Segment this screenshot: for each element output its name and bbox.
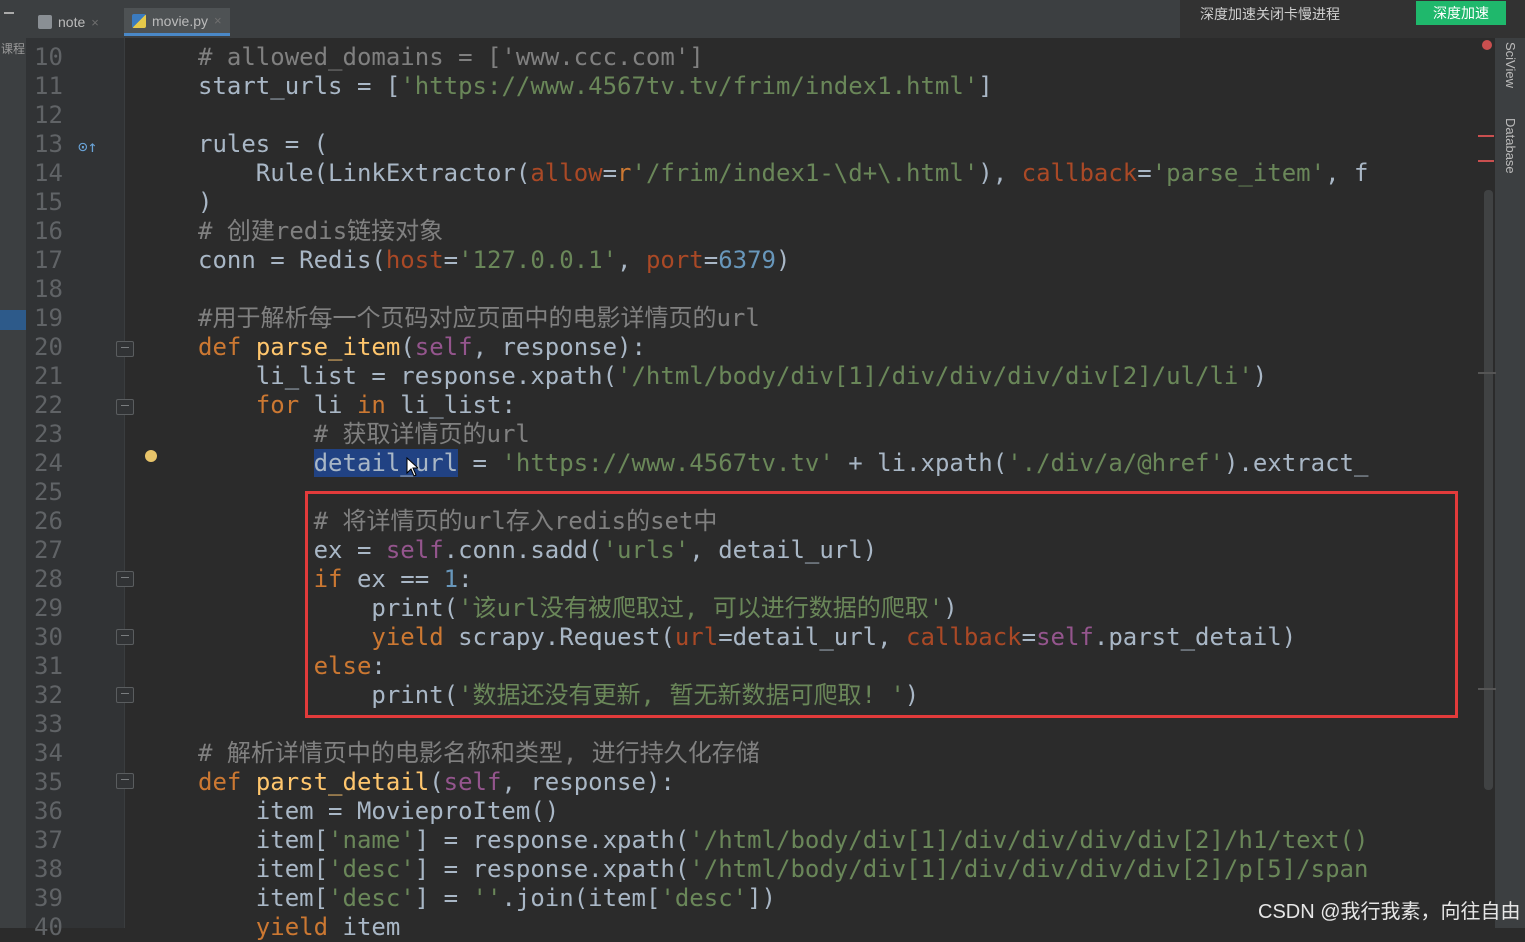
gutter-divider: [124, 38, 125, 928]
code-line[interactable]: for li in li_list:: [198, 391, 516, 420]
line-number: 30: [34, 623, 63, 651]
code-line[interactable]: # 创建redis链接对象: [198, 217, 443, 246]
tab-label: movie.py: [152, 12, 209, 29]
line-number: 33: [34, 710, 63, 738]
document-icon: [38, 15, 52, 29]
line-number: 15: [34, 188, 63, 216]
close-icon[interactable]: ×: [91, 15, 99, 30]
code-line[interactable]: Rule(LinkExtractor(allow=r'/frim/index1-…: [198, 159, 1369, 188]
code-line[interactable]: item['desc'] = response.xpath('/html/bod…: [198, 855, 1369, 884]
code-line[interactable]: #用于解析每一个页码对应页面中的电影详情页的url: [198, 304, 760, 333]
watermark: CSDN @我行我素，向往自由: [1258, 901, 1521, 923]
code-line[interactable]: item['name'] = response.xpath('/html/bod…: [198, 826, 1369, 855]
error-stripe-marker[interactable]: [1478, 160, 1494, 162]
fold-marker-icon[interactable]: [116, 571, 134, 587]
minimize-icon[interactable]: [4, 12, 14, 14]
line-number: 19: [34, 304, 63, 332]
highlight-annotation-box: [305, 491, 1458, 718]
line-number: 38: [34, 855, 63, 883]
tab-label: note: [58, 14, 86, 30]
line-number: 25: [34, 478, 63, 506]
line-number: 12: [34, 101, 63, 129]
fold-marker-icon[interactable]: [116, 773, 134, 789]
fold-marker-icon[interactable]: [116, 399, 134, 415]
code-line[interactable]: # allowed_domains = ['www.ccc.com']: [198, 43, 704, 72]
code-line[interactable]: item['desc'] = ''.join(item['desc']): [198, 884, 776, 913]
line-number: 17: [34, 246, 63, 274]
line-number: 27: [34, 536, 63, 564]
line-number: 18: [34, 275, 63, 303]
line-number: 35: [34, 768, 63, 796]
sciview-tool-button[interactable]: SciView: [1503, 42, 1518, 88]
fold-marker-icon[interactable]: [116, 687, 134, 703]
line-number: 36: [34, 797, 63, 825]
code-line[interactable]: li_list = response.xpath('/html/body/div…: [198, 362, 1267, 391]
code-line[interactable]: def parse_item(self, response):: [198, 333, 646, 362]
code-line[interactable]: # 获取详情页的url: [198, 420, 530, 449]
line-number: 34: [34, 739, 63, 767]
line-number: 16: [34, 217, 63, 245]
tab-movie-py[interactable]: movie.py ×: [124, 8, 230, 36]
line-number: 11: [34, 72, 63, 100]
error-stripe-marker[interactable]: [1478, 135, 1494, 137]
code-line[interactable]: def parst_detail(self, response):: [198, 768, 675, 797]
code-line[interactable]: detail_url = 'https://www.4567tv.tv' + l…: [198, 449, 1368, 478]
tab-note[interactable]: note ×: [30, 8, 107, 36]
right-tool-strip: SciView Database: [1495, 38, 1525, 928]
line-number: 26: [34, 507, 63, 535]
line-number: 37: [34, 826, 63, 854]
code-line[interactable]: item = MovieproItem(): [198, 797, 559, 826]
scroll-marker: [1478, 688, 1496, 690]
line-number: 24: [34, 449, 63, 477]
line-number: 39: [34, 884, 63, 912]
line-number: 10: [34, 43, 63, 71]
code-line[interactable]: start_urls = ['https://www.4567tv.tv/fri…: [198, 72, 993, 101]
project-panel-label[interactable]: 课程: [1, 40, 25, 57]
line-number: 32: [34, 681, 63, 709]
error-indicator-icon[interactable]: [1482, 40, 1492, 50]
override-method-icon[interactable]: ⊙↑: [78, 137, 97, 156]
line-number: 23: [34, 420, 63, 448]
vertical-scrollbar[interactable]: [1484, 190, 1493, 790]
accelerate-button[interactable]: 深度加速: [1416, 1, 1506, 25]
mouse-cursor-icon: [406, 457, 418, 477]
popup-message: 深度加速关闭卡慢进程: [1200, 6, 1340, 22]
lightbulb-icon[interactable]: [145, 450, 157, 462]
code-line[interactable]: conn = Redis(host='127.0.0.1', port=6379…: [198, 246, 790, 275]
left-tool-strip: 课程: [0, 38, 26, 928]
close-icon[interactable]: ×: [214, 13, 222, 28]
code-line[interactable]: # 解析详情页中的电影名称和类型, 进行持久化存储: [198, 739, 760, 768]
line-number: 31: [34, 652, 63, 680]
database-tool-button[interactable]: Database: [1503, 118, 1518, 174]
line-number: 28: [34, 565, 63, 593]
python-file-icon: [132, 13, 146, 28]
code-line[interactable]: rules = (: [198, 130, 328, 159]
fold-marker-icon[interactable]: [116, 341, 134, 357]
line-number: 20: [34, 333, 63, 361]
scroll-marker: [1478, 372, 1496, 374]
line-number: 14: [34, 159, 63, 187]
line-number: 21: [34, 362, 63, 390]
line-number: 13: [34, 130, 63, 158]
active-tool-highlight: [0, 310, 26, 330]
line-number: 29: [34, 594, 63, 622]
code-line[interactable]: ): [198, 188, 212, 217]
fold-marker-icon[interactable]: [116, 629, 134, 645]
accelerator-popup: 深度加速关闭卡慢进程 深度加速: [1180, 0, 1525, 38]
line-number: 22: [34, 391, 63, 419]
